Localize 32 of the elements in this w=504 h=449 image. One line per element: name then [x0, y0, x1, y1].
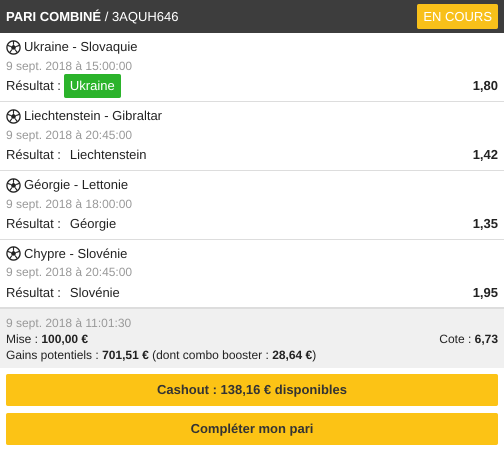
result-label: Résultat :: [6, 284, 61, 302]
result-badge: Ukraine: [64, 74, 121, 98]
match-date: 9 sept. 2018 à 20:45:00: [6, 264, 134, 282]
action-button[interactable]: Compléter mon pari: [6, 413, 498, 445]
action-button[interactable]: Cashout : 138,16 € disponibles: [6, 374, 498, 406]
match-date: 9 sept. 2018 à 15:00:00: [6, 58, 134, 75]
soccer-ball-icon: [6, 108, 21, 124]
odds-value: 1,95: [472, 284, 498, 302]
result-label: Résultat :: [6, 146, 61, 164]
potential-winnings-text: Gains potentiels : 701,51 € (dont combo booster : 28,64 €): [6, 347, 318, 363]
placed-date: 9 sept. 2018 à 11:01:30: [6, 315, 132, 331]
match-date: 9 sept. 2018 à 18:00:00: [6, 196, 134, 213]
total-odds-text: Cote : 6,73: [439, 331, 498, 347]
stake-text: Mise : 100,00 €: [6, 331, 88, 347]
result-value: Géorgie: [68, 215, 118, 233]
match-name: Liechtenstein - Gibraltar: [24, 107, 162, 126]
match-date: 9 sept. 2018 à 20:45:00: [6, 126, 134, 144]
soccer-ball-icon: [6, 178, 21, 192]
result-label: Résultat :: [6, 215, 61, 233]
bet-title: PARI COMBINÉ / 3AQUH646: [6, 8, 178, 26]
result-label: Résultat :: [6, 77, 61, 95]
soccer-ball-icon: [6, 246, 21, 261]
status-badge: EN COURS: [417, 4, 498, 30]
odds-value: 1,42: [472, 146, 498, 164]
result-value: Slovénie: [68, 284, 121, 302]
odds-value: 1,35: [472, 215, 498, 233]
result-value: Liechtenstein: [68, 146, 148, 164]
odds-value: 1,80: [472, 77, 498, 95]
match-name: Ukraine - Slovaquie: [24, 38, 138, 56]
match-name: Géorgie - Lettonie: [24, 176, 128, 194]
soccer-ball-icon: [6, 40, 21, 54]
match-name: Chypre - Slovénie: [24, 244, 128, 263]
